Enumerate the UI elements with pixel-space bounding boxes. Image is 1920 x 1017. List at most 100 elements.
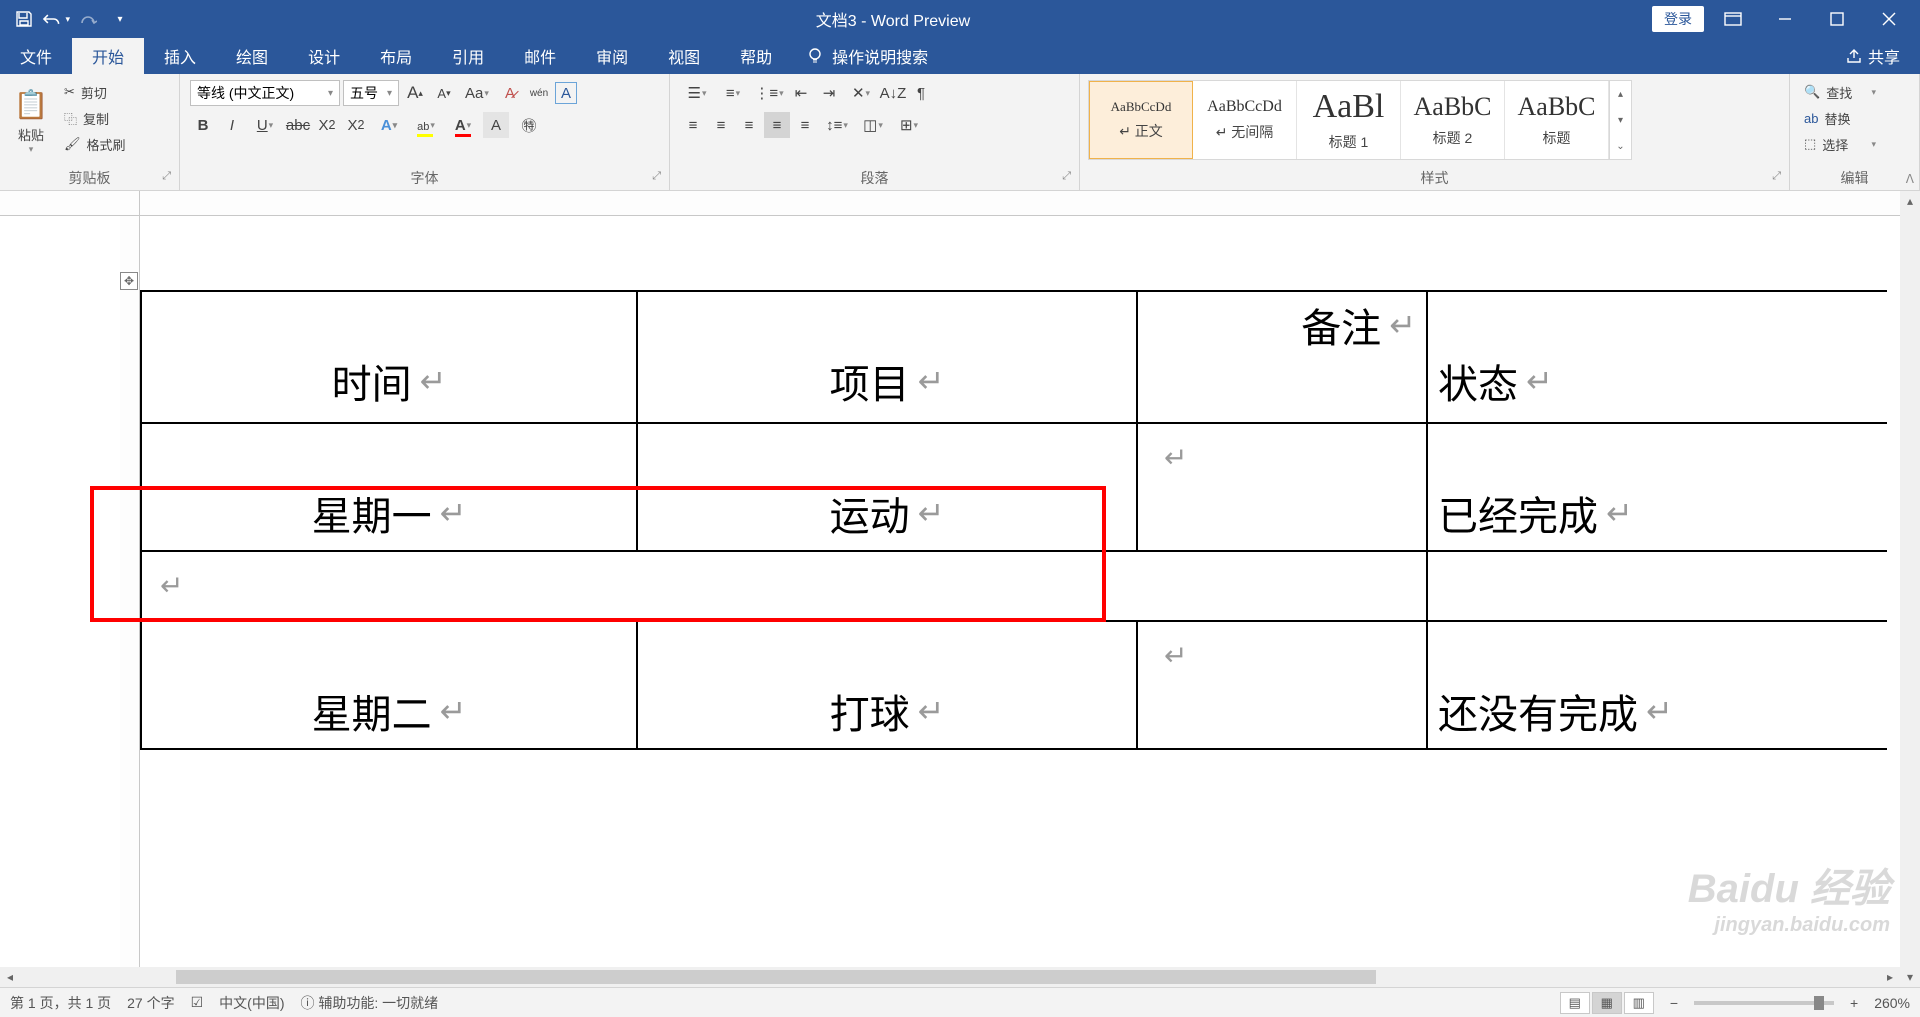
decrease-indent-icon[interactable]: ⇤ (788, 80, 814, 106)
tab-mailings[interactable]: 邮件 (504, 38, 576, 74)
qat-customize-icon[interactable]: ▾ (106, 5, 134, 33)
zoom-out-icon[interactable]: − (1670, 995, 1678, 1011)
distributed-icon[interactable]: ≡ (792, 112, 818, 138)
clipboard-launcher-icon[interactable]: ⤢ (162, 170, 171, 183)
zoom-in-icon[interactable]: + (1850, 995, 1858, 1011)
style-heading1[interactable]: AaBl标题 1 (1297, 81, 1401, 159)
tab-design[interactable]: 设计 (288, 38, 360, 74)
underline-icon[interactable]: U▾ (248, 112, 282, 138)
cell-sport[interactable]: 运动 (830, 484, 910, 542)
cell-status[interactable]: 状态 (1438, 352, 1518, 410)
styles-launcher-icon[interactable]: ⤢ (1772, 170, 1781, 183)
collapse-ribbon-icon[interactable]: ᐱ (1906, 172, 1914, 186)
scroll-track[interactable] (20, 970, 1880, 984)
ribbon-display-icon[interactable] (1710, 4, 1756, 34)
status-language[interactable]: 中文(中国) (219, 993, 284, 1013)
close-icon[interactable] (1866, 4, 1912, 34)
phonetic-guide-icon[interactable]: wén (526, 80, 552, 106)
line-spacing-icon[interactable]: ↕≡▾ (820, 112, 854, 138)
style-heading2[interactable]: AaBbC标题 2 (1401, 81, 1505, 159)
table-move-handle-icon[interactable]: ✥ (120, 272, 138, 290)
cut-button[interactable]: ✂剪切 (60, 80, 130, 104)
tab-references[interactable]: 引用 (432, 38, 504, 74)
redo-icon[interactable] (74, 5, 102, 33)
maximize-icon[interactable] (1814, 4, 1860, 34)
zoom-slider[interactable] (1694, 1001, 1834, 1005)
cell-done[interactable]: 已经完成 (1438, 484, 1598, 542)
italic-icon[interactable]: I (219, 112, 245, 138)
document-page[interactable]: ✥ 时间↵ 项目↵ 备注↵ 状态↵ 星期一↵ 运动↵ ↵ 已经完成↵ ↵ 星期二… (140, 216, 1900, 967)
paragraph-launcher-icon[interactable]: ⤢ (1062, 170, 1071, 183)
style-normal[interactable]: AaBbCcDd↵ 正文 (1089, 81, 1193, 159)
cell-remark[interactable]: 备注 (1301, 296, 1381, 354)
character-border-icon[interactable]: A (555, 82, 577, 104)
scroll-down-icon[interactable]: ▾ (1900, 967, 1920, 987)
cell-tuesday[interactable]: 星期二 (312, 682, 432, 740)
justify-icon[interactable]: ≡ (764, 112, 790, 138)
tab-help[interactable]: 帮助 (720, 38, 792, 74)
tab-insert[interactable]: 插入 (144, 38, 216, 74)
scroll-thumb[interactable] (176, 970, 1376, 984)
strikethrough-icon[interactable]: abc (285, 112, 311, 138)
borders-icon[interactable]: ⊞▾ (892, 112, 926, 138)
enclose-characters-icon[interactable]: ㊕ (512, 112, 546, 138)
change-case-icon[interactable]: Aa▾ (460, 80, 494, 106)
cell-project[interactable]: 项目 (830, 352, 910, 410)
shading-icon[interactable]: ◫▾ (856, 112, 890, 138)
read-mode-icon[interactable]: ▤ (1560, 992, 1590, 1014)
zoom-handle[interactable] (1814, 996, 1824, 1010)
numbering-icon[interactable]: ≡▾ (716, 80, 750, 106)
spell-check-icon[interactable]: ☑ (191, 994, 204, 1011)
status-word-count[interactable]: 27 个字 (127, 993, 174, 1013)
character-shading-icon[interactable]: A (483, 112, 509, 138)
font-size-combo[interactable]: 五号▾ (343, 80, 399, 106)
sort-icon[interactable]: A↓Z (880, 80, 906, 106)
paste-button[interactable]: 📋 粘贴 ▾ (6, 78, 56, 164)
status-page[interactable]: 第 1 页，共 1 页 (10, 993, 111, 1013)
subscript-icon[interactable]: X2 (314, 112, 340, 138)
bullets-icon[interactable]: ☰▾ (680, 80, 714, 106)
document-table[interactable]: 时间↵ 项目↵ 备注↵ 状态↵ 星期一↵ 运动↵ ↵ 已经完成↵ ↵ 星期二↵ … (140, 290, 1887, 750)
replace-button[interactable]: ab替换 (1800, 106, 1880, 130)
select-button[interactable]: ⬚选择▾ (1800, 132, 1880, 156)
print-layout-icon[interactable]: ▦ (1592, 992, 1622, 1014)
cell-time[interactable]: 时间 (332, 352, 412, 410)
tab-view[interactable]: 视图 (648, 38, 720, 74)
asian-layout-icon[interactable]: ✕▾ (844, 80, 878, 106)
undo-icon[interactable]: ▾ (42, 5, 70, 33)
zoom-level[interactable]: 260% (1874, 995, 1910, 1011)
copy-button[interactable]: ⿻复制 (60, 106, 130, 130)
multilevel-list-icon[interactable]: ⋮≡▾ (752, 80, 786, 106)
cell-notdone[interactable]: 还没有完成 (1438, 682, 1638, 740)
find-button[interactable]: 🔍查找▾ (1800, 80, 1880, 104)
clear-formatting-icon[interactable]: A̷ (497, 80, 523, 106)
horizontal-scrollbar[interactable]: ◂ ▸ (0, 967, 1900, 987)
styles-more-icon[interactable]: ▴▾⌄ (1609, 81, 1631, 159)
tab-review[interactable]: 审阅 (576, 38, 648, 74)
shrink-font-icon[interactable]: A▾ (431, 80, 457, 106)
tab-layout[interactable]: 布局 (360, 38, 432, 74)
font-launcher-icon[interactable]: ⤢ (652, 170, 661, 183)
text-effects-icon[interactable]: A▾ (372, 112, 406, 138)
grow-font-icon[interactable]: A▴ (402, 80, 428, 106)
bold-icon[interactable]: B (190, 112, 216, 138)
align-center-icon[interactable]: ≡ (708, 112, 734, 138)
align-right-icon[interactable]: ≡ (736, 112, 762, 138)
ruler-horizontal[interactable] (140, 191, 1900, 216)
scroll-left-icon[interactable]: ◂ (0, 970, 20, 984)
tab-draw[interactable]: 绘图 (216, 38, 288, 74)
tell-me-search[interactable]: 操作说明搜索 (792, 38, 942, 74)
style-title[interactable]: AaBbC标题 (1505, 81, 1609, 159)
styles-gallery[interactable]: AaBbCcDd↵ 正文 AaBbCcDd↵ 无间隔 AaBl标题 1 AaBb… (1088, 80, 1632, 160)
tab-file[interactable]: 文件 (0, 38, 72, 74)
login-button[interactable]: 登录 (1652, 6, 1704, 32)
tab-home[interactable]: 开始 (72, 38, 144, 74)
align-left-icon[interactable]: ≡ (680, 112, 706, 138)
scroll-right-icon[interactable]: ▸ (1880, 970, 1900, 984)
share-button[interactable]: 共享 (1826, 38, 1920, 74)
minimize-icon[interactable] (1762, 4, 1808, 34)
font-name-combo[interactable]: 等线 (中文正文)▾ (190, 80, 340, 106)
style-no-spacing[interactable]: AaBbCcDd↵ 无间隔 (1193, 81, 1297, 159)
web-layout-icon[interactable]: ▥ (1624, 992, 1654, 1014)
status-accessibility[interactable]: ⓘ 辅助功能: 一切就绪 (301, 993, 439, 1013)
